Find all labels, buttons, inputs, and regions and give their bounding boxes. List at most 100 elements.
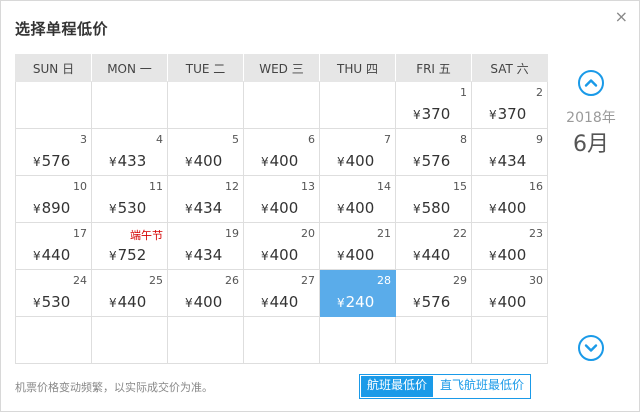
fare-amount: 440: [117, 293, 147, 311]
calendar-day-cell[interactable]: 14 ¥400: [319, 175, 396, 223]
fare-amount: 433: [117, 152, 147, 170]
fare-amount: 400: [193, 152, 223, 170]
filter-direct-flights[interactable]: 直飞航班最低价: [434, 375, 531, 398]
day-number: 7: [384, 133, 391, 146]
calendar-day-cell[interactable]: 16 ¥400: [471, 175, 548, 223]
currency-symbol: ¥: [337, 155, 345, 169]
calendar-day-cell[interactable]: 19 ¥434: [167, 222, 244, 270]
calendar-day-cell[interactable]: 25 ¥440: [91, 269, 168, 317]
fare-amount: 400: [345, 199, 375, 217]
fare-price: ¥576: [413, 152, 450, 170]
calendar-day-cell[interactable]: 17 ¥440: [15, 222, 92, 270]
currency-symbol: ¥: [413, 296, 421, 310]
calendar-day-cell[interactable]: 23 ¥400: [471, 222, 548, 270]
currency-symbol: ¥: [413, 249, 421, 263]
day-number: 10: [73, 180, 87, 193]
calendar-day-cell[interactable]: 20 ¥400: [243, 222, 320, 270]
calendar-day-cell[interactable]: 29 ¥576: [395, 269, 472, 317]
calendar-day-cell[interactable]: 2 ¥370: [471, 81, 548, 129]
currency-symbol: ¥: [185, 202, 193, 216]
fare-amount: 434: [497, 152, 527, 170]
fare-price: ¥400: [261, 152, 298, 170]
day-number: 1: [460, 86, 467, 99]
fare-price: ¥370: [413, 105, 450, 123]
day-number: 26: [225, 274, 239, 287]
calendar-day-cell[interactable]: 9 ¥434: [471, 128, 548, 176]
calendar-day-cell[interactable]: 26 ¥400: [167, 269, 244, 317]
fare-price: ¥434: [185, 246, 222, 264]
calendar-empty-cell: [243, 316, 320, 364]
day-number: 11: [149, 180, 163, 193]
fare-amount: 370: [421, 105, 451, 123]
calendar-day-cell[interactable]: 6 ¥400: [243, 128, 320, 176]
calendar-day-cell[interactable]: 30 ¥400: [471, 269, 548, 317]
currency-symbol: ¥: [337, 249, 345, 263]
calendar-empty-cell: [243, 81, 320, 129]
calendar-day-cell[interactable]: 13 ¥400: [243, 175, 320, 223]
fare-amount: 576: [41, 152, 71, 170]
calendar-day-cell[interactable]: 27 ¥440: [243, 269, 320, 317]
currency-symbol: ¥: [261, 155, 269, 169]
fare-price: ¥440: [261, 293, 298, 311]
calendar-day-cell[interactable]: 15 ¥580: [395, 175, 472, 223]
currency-symbol: ¥: [337, 296, 345, 310]
calendar-week-row: 3 ¥576 4 ¥433 5 ¥400 6 ¥400 7 ¥400 8 ¥576 9 ¥434: [15, 128, 548, 176]
fare-amount: 530: [41, 293, 71, 311]
fare-price: ¥890: [33, 199, 70, 217]
calendar-day-cell[interactable]: 10 ¥890: [15, 175, 92, 223]
calendar-day-cell[interactable]: 1 ¥370: [395, 81, 472, 129]
calendar-day-cell[interactable]: 4 ¥433: [91, 128, 168, 176]
fare-price: ¥576: [413, 293, 450, 311]
currency-symbol: ¥: [413, 108, 421, 122]
calendar-day-cell[interactable]: 8 ¥576: [395, 128, 472, 176]
calendar-empty-cell: [167, 81, 244, 129]
next-month-button[interactable]: [578, 335, 604, 361]
day-number: 14: [377, 180, 391, 193]
fare-price: ¥752: [109, 246, 146, 264]
day-number: 2: [536, 86, 543, 99]
day-number: 20: [301, 227, 315, 240]
day-number: 27: [301, 274, 315, 287]
calendar-day-cell[interactable]: 28 ¥240: [319, 269, 396, 317]
filter-all-flights[interactable]: 航班最低价: [360, 375, 435, 398]
fare-amount: 400: [269, 152, 299, 170]
fare-amount: 400: [497, 293, 527, 311]
calendar-day-cell[interactable]: 7 ¥400: [319, 128, 396, 176]
month-label: 6月: [573, 132, 609, 157]
calendar-day-cell[interactable]: 3 ¥576: [15, 128, 92, 176]
day-number: 29: [453, 274, 467, 287]
calendar-day-cell[interactable]: 21 ¥400: [319, 222, 396, 270]
calendar-day-cell[interactable]: 24 ¥530: [15, 269, 92, 317]
day-number: 3: [80, 133, 87, 146]
day-number: 12: [225, 180, 239, 193]
currency-symbol: ¥: [337, 202, 345, 216]
day-number: 8: [460, 133, 467, 146]
day-number: 16: [529, 180, 543, 193]
currency-symbol: ¥: [261, 249, 269, 263]
close-icon[interactable]: ×: [615, 7, 628, 26]
calendar-day-cell[interactable]: 端午节 ¥752: [91, 222, 168, 270]
day-number: 4: [156, 133, 163, 146]
fare-amount: 400: [269, 199, 299, 217]
currency-symbol: ¥: [33, 296, 41, 310]
calendar-day-cell[interactable]: 22 ¥440: [395, 222, 472, 270]
currency-symbol: ¥: [109, 155, 117, 169]
fare-price: ¥434: [185, 199, 222, 217]
fare-price: ¥530: [109, 199, 146, 217]
currency-symbol: ¥: [185, 249, 193, 263]
fare-amount: 890: [41, 199, 71, 217]
calendar-empty-cell: [15, 316, 92, 364]
fare-price: ¥400: [337, 199, 374, 217]
day-number: 25: [149, 274, 163, 287]
calendar-empty-cell: [167, 316, 244, 364]
holiday-label: 端午节: [130, 229, 163, 242]
currency-symbol: ¥: [489, 108, 497, 122]
calendar-day-cell[interactable]: 11 ¥530: [91, 175, 168, 223]
calendar-day-cell[interactable]: 12 ¥434: [167, 175, 244, 223]
calendar-empty-cell: [471, 316, 548, 364]
fare-price: ¥580: [413, 199, 450, 217]
day-number: 15: [453, 180, 467, 193]
fare-amount: 370: [497, 105, 527, 123]
calendar-day-cell[interactable]: 5 ¥400: [167, 128, 244, 176]
prev-month-button[interactable]: [578, 70, 604, 96]
